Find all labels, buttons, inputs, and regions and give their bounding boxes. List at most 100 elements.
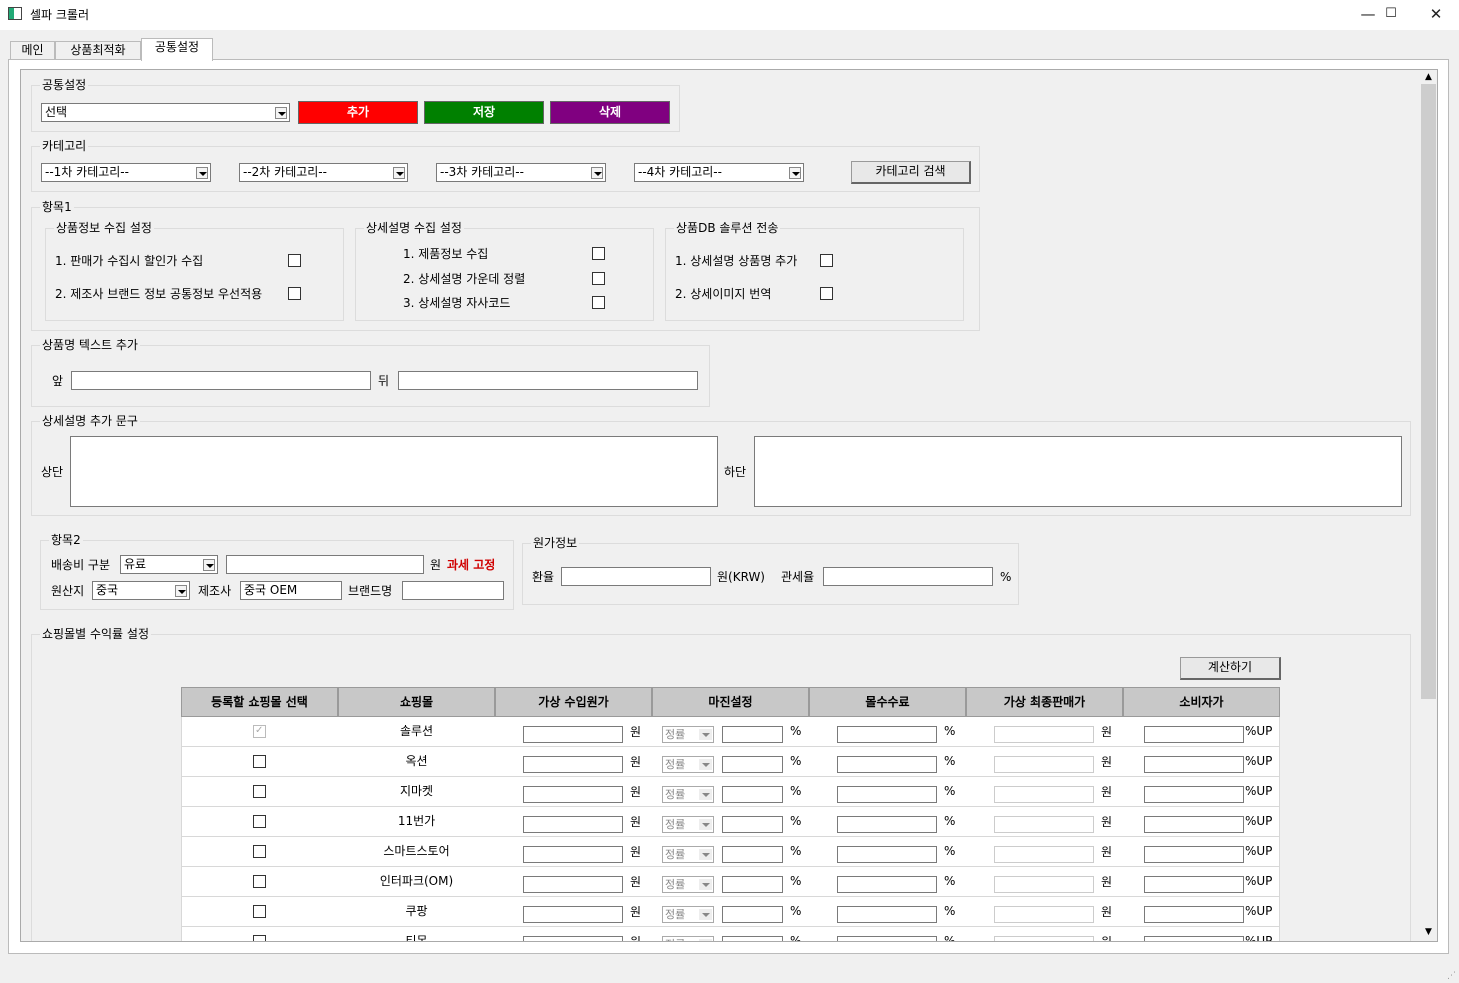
scroll-down-icon[interactable]: ▼ (1420, 925, 1437, 939)
mall-fee-input[interactable] (837, 846, 937, 863)
shipping-label: 배송비 구분 (51, 558, 111, 572)
delete-button[interactable]: 삭제 (550, 101, 670, 124)
margin-value-input[interactable] (722, 756, 783, 773)
brand-input[interactable] (402, 581, 504, 600)
margin-mode-select[interactable]: 정률 (662, 876, 714, 893)
tab-product-optimize[interactable]: 상품최적화 (55, 41, 141, 60)
margin-mode-select[interactable]: 정률 (662, 936, 714, 941)
won-unit: 원 (630, 905, 642, 919)
mall-select-checkbox[interactable] (253, 875, 266, 888)
margin-mode-select[interactable]: 정률 (662, 906, 714, 923)
scroll-thumb[interactable] (1421, 84, 1436, 699)
product-info-collect-checkbox[interactable] (592, 247, 605, 260)
translate-image-checkbox[interactable] (820, 287, 833, 300)
brand-priority-checkbox[interactable] (288, 287, 301, 300)
margin-mode-select[interactable]: 정률 (662, 756, 714, 773)
margin-value-input[interactable] (722, 876, 783, 893)
discount-price-checkbox[interactable] (288, 254, 301, 267)
maximize-button[interactable]: ☐ (1368, 0, 1414, 30)
margin-mode-select[interactable]: 정률 (662, 786, 714, 803)
margin-value-input[interactable] (722, 816, 783, 833)
solution-send-group: 상품DB 솔루션 전송 (665, 221, 964, 321)
import-cost-input[interactable] (523, 936, 623, 941)
mall-select-checkbox[interactable] (253, 935, 266, 941)
category-2-select[interactable]: --2차 카테고리-- (239, 163, 408, 182)
final-price-input (994, 726, 1094, 743)
won-unit: 원 (1101, 725, 1113, 739)
tab-main[interactable]: 메인 (10, 41, 55, 60)
margin-mode-select[interactable]: 정률 (662, 726, 714, 743)
chevron-down-icon (699, 729, 712, 740)
category-3-select[interactable]: --3차 카테고리-- (436, 163, 606, 182)
import-cost-input[interactable] (523, 726, 623, 743)
bottom-label: 하단 (724, 465, 747, 479)
margin-value-input[interactable] (722, 936, 783, 941)
mall-fee-input[interactable] (837, 816, 937, 833)
calculate-button[interactable]: 계산하기 (1180, 657, 1281, 680)
common-select[interactable]: 선택 (41, 103, 290, 122)
import-cost-input[interactable] (523, 786, 623, 803)
add-button[interactable]: 추가 (298, 101, 418, 124)
shipping-won-label: 원 (430, 558, 442, 572)
top-text-area[interactable] (70, 436, 718, 507)
category-4-select[interactable]: --4차 카테고리-- (634, 163, 804, 182)
bottom-text-area[interactable] (754, 436, 1402, 507)
brand-label: 브랜드명 (348, 584, 393, 598)
mall-select-checkbox[interactable] (253, 905, 266, 918)
margin-mode-select[interactable]: 정률 (662, 846, 714, 863)
margin-value-input[interactable] (722, 786, 783, 803)
shipping-select[interactable]: 유료 (120, 555, 218, 574)
consumer-price-input[interactable] (1144, 936, 1244, 941)
mall-select-checkbox[interactable] (253, 845, 266, 858)
margin-value-input[interactable] (722, 726, 783, 743)
mall-select-checkbox[interactable] (253, 755, 266, 768)
mall-name: 티몬 (405, 934, 428, 942)
front-text-input[interactable] (71, 371, 371, 390)
origin-select[interactable]: 중국 (92, 581, 190, 600)
mall-select-checkbox[interactable] (253, 815, 266, 828)
consumer-price-input[interactable] (1144, 786, 1244, 803)
duty-rate-input[interactable] (823, 567, 993, 586)
consumer-price-input[interactable] (1144, 846, 1244, 863)
mall-name: 옥션 (405, 754, 428, 768)
resize-grip-icon[interactable]: ⋰ (1447, 971, 1457, 981)
scroll-up-icon[interactable]: ▲ (1420, 70, 1437, 84)
consumer-price-input[interactable] (1144, 876, 1244, 893)
consumer-price-input[interactable] (1144, 726, 1244, 743)
margin-value-input[interactable] (722, 846, 783, 863)
import-cost-input[interactable] (523, 876, 623, 893)
shipping-fee-input[interactable] (226, 555, 424, 574)
category-search-button[interactable]: 카테고리 검색 (851, 161, 971, 184)
consumer-price-input[interactable] (1144, 906, 1244, 923)
vertical-scrollbar[interactable]: ▲ ▼ (1420, 70, 1437, 941)
mall-fee-input[interactable] (837, 756, 937, 773)
import-cost-input[interactable] (523, 846, 623, 863)
exchange-rate-input[interactable] (561, 567, 711, 586)
detail-text-group-label: 상세설명 추가 문구 (40, 414, 140, 428)
category-1-select[interactable]: --1차 카테고리-- (41, 163, 211, 182)
import-cost-input[interactable] (523, 816, 623, 833)
mall-fee-input[interactable] (837, 786, 937, 803)
import-cost-input[interactable] (523, 756, 623, 773)
import-cost-input[interactable] (523, 906, 623, 923)
mall-fee-input[interactable] (837, 936, 937, 941)
maker-input[interactable]: 중국 OEM (240, 581, 342, 600)
pct-unit: % (944, 874, 956, 888)
tab-common-settings[interactable]: 공통설정 (141, 38, 213, 61)
save-button[interactable]: 저장 (424, 101, 544, 124)
mall-select-checkbox[interactable] (253, 785, 266, 798)
own-code-checkbox[interactable] (592, 296, 605, 309)
mall-fee-input[interactable] (837, 906, 937, 923)
pct-unit: % (944, 784, 956, 798)
center-align-checkbox[interactable] (592, 272, 605, 285)
consumer-price-input[interactable] (1144, 756, 1244, 773)
back-text-input[interactable] (398, 371, 698, 390)
won-unit: 원 (630, 845, 642, 859)
margin-value-input[interactable] (722, 906, 783, 923)
margin-mode-select[interactable]: 정률 (662, 816, 714, 833)
close-button[interactable]: ✕ (1413, 0, 1459, 30)
mall-fee-input[interactable] (837, 876, 937, 893)
add-name-checkbox[interactable] (820, 254, 833, 267)
consumer-price-input[interactable] (1144, 816, 1244, 833)
mall-fee-input[interactable] (837, 726, 937, 743)
